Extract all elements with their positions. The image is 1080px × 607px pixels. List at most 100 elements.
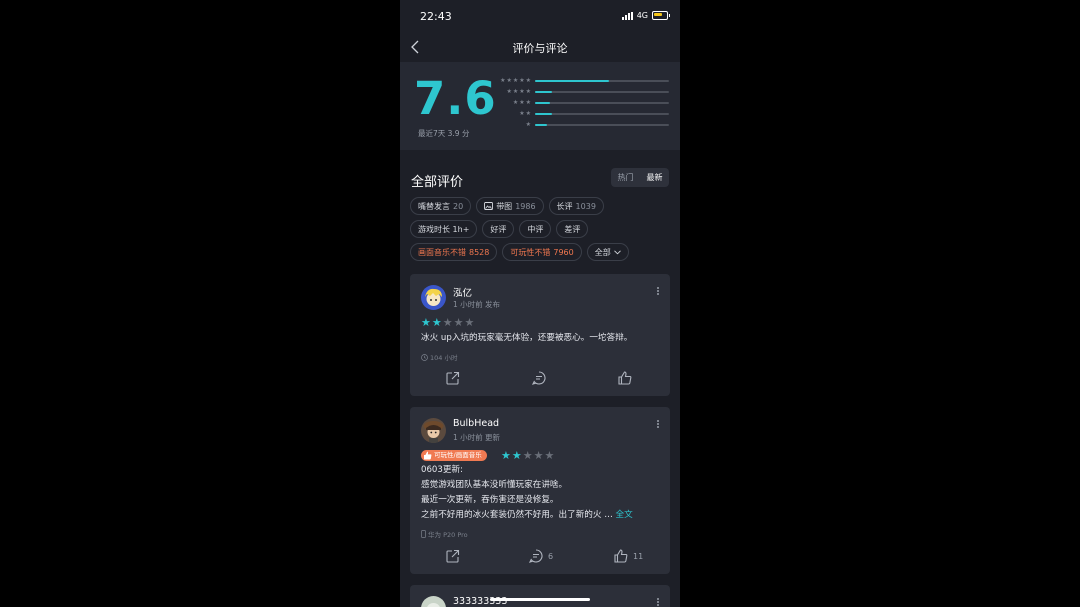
rating-bar-fill [535, 91, 553, 93]
rating-bar-fill [535, 124, 548, 126]
tag-negative[interactable]: 差评 [556, 220, 589, 238]
signal-icon [621, 11, 633, 20]
clock-icon [421, 353, 428, 361]
post-time: 1 小时前 更新 [453, 433, 501, 442]
nav-bar: 评价与评论 [400, 32, 680, 62]
playtime-meta: 104 小时 [421, 352, 457, 362]
share-button[interactable] [446, 549, 460, 563]
tag-label: 长评 [556, 202, 573, 211]
rating-bar-stars: ★★★★★ [500, 77, 532, 84]
rating-distribution: ★★★★★ ★★★★ ★★★ ★★ ★ [490, 77, 670, 132]
tag-playability[interactable]: 可玩性不错 7960 [502, 243, 582, 261]
overall-score: 7.6 [414, 72, 497, 125]
tag-neutral[interactable]: 中评 [519, 220, 552, 238]
share-icon [446, 549, 460, 563]
review-text: 冰火 up入坑的玩家毫无体验，还要被恶心。一坨答辩。 [421, 333, 633, 343]
like-button[interactable]: 11 [614, 549, 643, 563]
rating-bar-stars: ★★★★ [506, 88, 532, 95]
rating-bar-stars: ★★ [519, 110, 532, 117]
sort-toggle: 热门 最新 [611, 168, 669, 187]
read-full-link[interactable]: 全文 [616, 510, 633, 520]
network-type: 4G [636, 11, 648, 20]
home-indicator[interactable] [490, 598, 590, 601]
review-rating: ★★★★★ [421, 316, 476, 329]
badge-label: 可玩性/画面音乐 [434, 451, 482, 459]
rating-bar-5: ★★★★★ [490, 77, 670, 88]
like-button[interactable] [618, 371, 632, 385]
share-button[interactable] [446, 371, 460, 385]
tag-count: 8528 [469, 248, 490, 257]
rating-bar-stars: ★ [525, 121, 532, 128]
review-rating: ★★★★★ [501, 449, 556, 462]
share-icon [446, 371, 460, 385]
tag-long-review[interactable]: 长评 1039 [548, 197, 604, 215]
review-line: 之前不好用的冰火套装仍然不好用。出了新的火 … [421, 510, 613, 520]
review-card[interactable]: 333333333 [410, 585, 670, 607]
page-title: 评价与评论 [512, 42, 568, 55]
review-line: 0603更新: [421, 465, 463, 475]
tag-count: 20 [453, 202, 464, 211]
rating-bar-4: ★★★★ [490, 88, 670, 99]
thumbs-up-icon [614, 549, 628, 563]
rating-summary: 7.6 最近7天 3.9 分 ★★★★★ ★★★★ ★★★ ★★ ★ [400, 62, 680, 150]
phone-icon [421, 530, 426, 538]
filter-tags: 嘴替发言 20 带图 1986 长评 1039 游戏时长 1h+ 好评 中评 差评 画… [410, 197, 672, 266]
sort-hot-button[interactable]: 热门 [611, 168, 640, 187]
more-options-icon[interactable] [656, 286, 660, 298]
avatar[interactable] [421, 285, 446, 310]
tag-label: 带图 [496, 202, 513, 211]
more-options-icon[interactable] [656, 419, 660, 431]
comment-icon [532, 371, 546, 385]
username[interactable]: 泓亿 [453, 285, 472, 299]
tag-playtime[interactable]: 游戏时长 1h+ [410, 220, 478, 238]
tag-count: 1986 [515, 202, 536, 211]
tag-label: 全部 [594, 248, 611, 257]
rating-bar-1: ★ [490, 121, 670, 132]
like-count: 11 [633, 551, 644, 561]
tag-count: 7960 [553, 248, 574, 257]
review-line: 感觉游戏团队基本没听懂玩家在讲啥。 [421, 480, 568, 490]
rating-bar-2: ★★ [490, 110, 670, 121]
comment-button[interactable]: 6 [529, 549, 553, 563]
reviews-section: 全部评价 热门 最新 嘴替发言 20 带图 1986 长评 1039 游戏时长 1h+… [400, 155, 680, 607]
chevron-down-icon [613, 250, 621, 255]
thumbs-up-icon [424, 451, 432, 460]
tag-graphics-music[interactable]: 画面音乐不错 8528 [410, 243, 498, 261]
sort-latest-button[interactable]: 最新 [640, 168, 669, 187]
tag-quotes[interactable]: 嘴替发言 20 [410, 197, 472, 215]
review-card[interactable]: 泓亿 1 小时前 发布 ★★★★★ 冰火 up入坑的玩家毫无体验，还要被恶心。一… [410, 274, 670, 396]
tag-label: 画面音乐不错 [418, 248, 466, 257]
comment-button[interactable] [532, 371, 546, 385]
praise-badge: 可玩性/画面音乐 [421, 450, 487, 461]
section-title: 全部评价 [411, 175, 464, 190]
rating-bar-fill [535, 80, 609, 82]
review-line-last: 之前不好用的冰火套装仍然不好用。出了新的火 … 全文 [421, 508, 633, 523]
status-time: 22:43 [420, 10, 452, 23]
tag-all-dropdown[interactable]: 全部 [586, 243, 629, 261]
review-actions [410, 371, 670, 387]
rating-bar-stars: ★★★ [512, 99, 532, 106]
tag-label: 可玩性不错 [510, 248, 551, 257]
recent-score: 最近7天 3.9 分 [418, 129, 470, 138]
phone-screen: 22:43 4G 评价与评论 7.6 最近7天 3.9 分 ★★★★★ ★★★★… [400, 0, 680, 607]
review-card[interactable]: BulbHead 1 小时前 更新 可玩性/画面音乐 ★★★★★ 0603更新:… [410, 407, 670, 574]
username[interactable]: BulbHead [453, 418, 499, 429]
avatar[interactable] [421, 596, 446, 607]
rating-bar-fill [535, 113, 553, 115]
tag-label: 嘴替发言 [418, 202, 450, 211]
more-options-icon[interactable] [656, 597, 660, 607]
device-meta: 华为 P20 Pro [421, 529, 468, 539]
review-actions: 6 11 [410, 549, 670, 565]
tag-positive[interactable]: 好评 [482, 220, 515, 238]
review-line: 最近一次更新，吞伤害还是没修复。 [421, 495, 559, 505]
playtime-value: 104 小时 [430, 354, 458, 362]
avatar[interactable] [421, 418, 446, 443]
tag-count: 1039 [575, 202, 596, 211]
post-time: 1 小时前 发布 [453, 300, 501, 309]
tag-with-images[interactable]: 带图 1986 [476, 197, 544, 215]
image-icon [484, 202, 494, 210]
rating-bar-fill [535, 102, 550, 104]
device-name: 华为 P20 Pro [428, 531, 468, 539]
thumbs-up-icon [618, 371, 632, 385]
status-bar: 22:43 4G [400, 0, 680, 32]
